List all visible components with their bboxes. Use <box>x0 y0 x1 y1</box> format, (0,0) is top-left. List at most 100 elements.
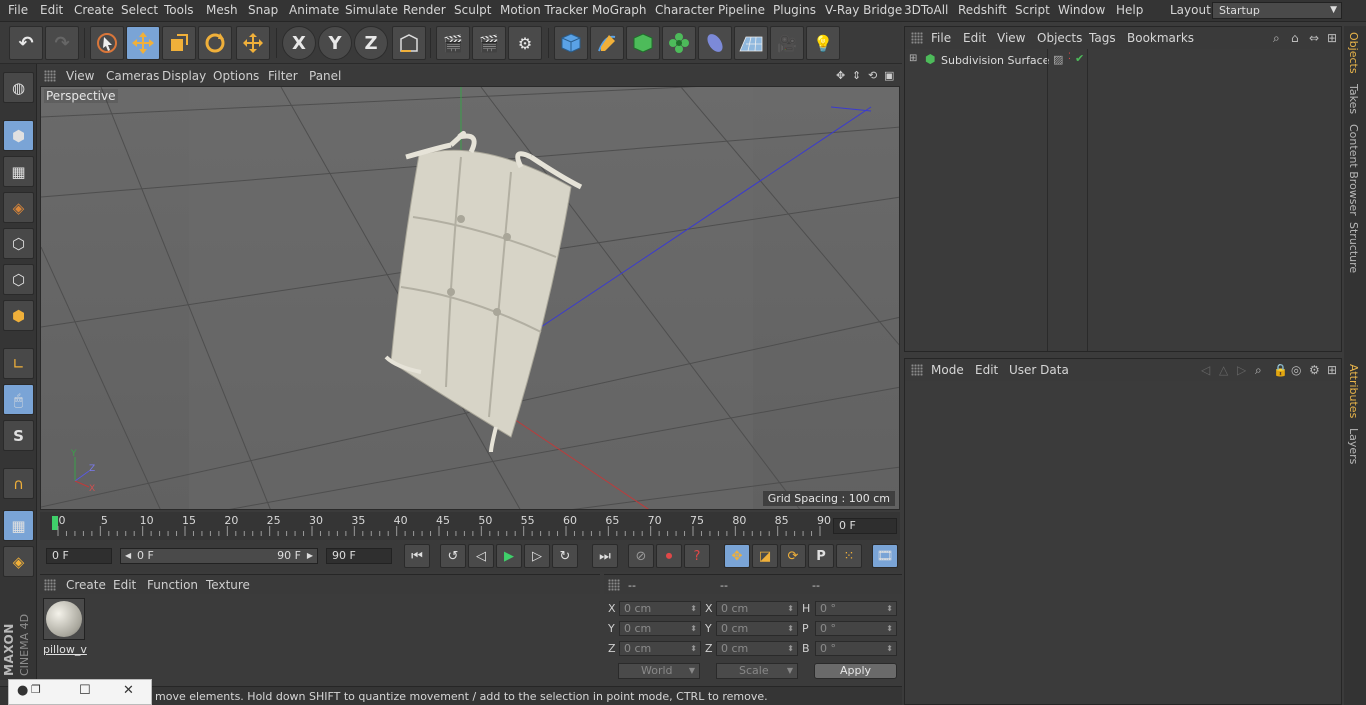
menu-file[interactable]: File <box>8 3 28 17</box>
object-name[interactable]: Subdivision Surface <box>941 54 1049 67</box>
rot-p-field[interactable]: 0 ° ⬍ <box>815 621 897 636</box>
vp-menu-cameras[interactable]: Cameras <box>106 69 159 83</box>
layout-select[interactable]: Startup ▼ <box>1212 2 1342 19</box>
vp-menu-display[interactable]: Display <box>162 69 206 83</box>
y-axis-button[interactable]: Y <box>318 26 352 60</box>
next-frame-button[interactable]: ▷ <box>524 544 550 568</box>
render-picture-viewer-button[interactable]: 🎬 <box>472 26 506 60</box>
maximize-icon[interactable]: ☐ <box>79 683 91 698</box>
menu-window[interactable]: Window <box>1058 3 1105 17</box>
z-axis-button[interactable]: Z <box>354 26 388 60</box>
pos-z-field[interactable]: 0 cm ⬍ <box>619 641 701 656</box>
add-light-button[interactable]: 💡 <box>806 26 840 60</box>
previous-key-button[interactable]: ↺ <box>440 544 466 568</box>
menu-render[interactable]: Render <box>403 3 446 17</box>
menu-select[interactable]: Select <box>121 3 158 17</box>
viewport-zoom-icon[interactable]: ⇕ <box>852 69 861 82</box>
attr-menu-mode[interactable]: Mode <box>931 363 964 377</box>
key-parameter-button[interactable]: P <box>808 544 834 568</box>
coord-mode-select[interactable]: World ▼ <box>618 663 700 679</box>
vp-menu-options[interactable]: Options <box>213 69 259 83</box>
menu-plugins[interactable]: Plugins <box>773 3 816 17</box>
add-cloner-button[interactable] <box>662 26 696 60</box>
play-button[interactable]: ▶ <box>496 544 522 568</box>
render-view-button[interactable]: 🎬 <box>436 26 470 60</box>
add-cube-button[interactable] <box>554 26 588 60</box>
obj-menu-edit[interactable]: Edit <box>963 31 986 45</box>
menu-script[interactable]: Script <box>1015 3 1050 17</box>
menu-pipeline[interactable]: Pipeline <box>718 3 765 17</box>
menu-help[interactable]: Help <box>1116 3 1143 17</box>
enabled-check-icon[interactable]: ✔ <box>1075 52 1084 65</box>
restore-icon[interactable]: ❐ <box>31 683 41 696</box>
key-pla-button[interactable]: ⁙ <box>836 544 862 568</box>
apply-button[interactable]: Apply <box>814 663 897 679</box>
menu-motion-tracker[interactable]: Motion Tracker <box>500 3 588 17</box>
scale-tool-button[interactable] <box>162 26 196 60</box>
menu-edit[interactable]: Edit <box>40 3 63 17</box>
menu-vray-bridge[interactable]: V-Ray Bridge <box>825 3 902 17</box>
obj-menu-tags[interactable]: Tags <box>1089 31 1116 45</box>
obj-menu-bookmarks[interactable]: Bookmarks <box>1127 31 1194 45</box>
size-mode-select[interactable]: Scale ▼ <box>716 663 798 679</box>
link-icon[interactable]: ⇔ <box>1309 31 1319 45</box>
x-axis-button[interactable]: X <box>282 26 316 60</box>
tab-takes[interactable]: Takes <box>1347 84 1360 114</box>
timeline-window-button[interactable]: 🎞 <box>872 544 898 568</box>
viewport-maximize-icon[interactable]: ▣ <box>884 69 894 82</box>
go-to-start-button[interactable]: ⏮ <box>404 544 430 568</box>
viewport-rotate-icon[interactable]: ⟲ <box>868 69 877 82</box>
menu-character[interactable]: Character <box>655 3 714 17</box>
timeline-ruler[interactable]: 0 5 10 15 20 25 30 35 40 45 50 55 60 65 70 75 80 85 90 0 F <box>40 512 900 540</box>
menu-3dtoall[interactable]: 3DToAll <box>904 3 948 17</box>
tab-objects[interactable]: Objects <box>1347 32 1360 74</box>
menu-create[interactable]: Create <box>74 3 114 17</box>
size-x-field[interactable]: 0 cm ⬍ <box>716 601 798 616</box>
attr-menu-user-data[interactable]: User Data <box>1009 363 1069 377</box>
make-editable-button[interactable]: ◍ <box>3 72 34 103</box>
mat-menu-texture[interactable]: Texture <box>206 578 250 592</box>
tab-layers[interactable]: Layers <box>1347 428 1360 464</box>
menu-redshift[interactable]: Redshift <box>958 3 1007 17</box>
tab-content-browser[interactable]: Content Browser <box>1347 124 1360 216</box>
up-arrow-icon[interactable]: △ <box>1219 363 1228 377</box>
mat-menu-edit[interactable]: Edit <box>113 578 136 592</box>
expand-icon[interactable]: ⊞ <box>909 53 917 64</box>
render-settings-button[interactable]: ⚙ <box>508 26 542 60</box>
solo-mode-button[interactable]: S <box>3 420 34 451</box>
add-camera-button[interactable]: 🎥 <box>770 26 804 60</box>
move-tool-button[interactable] <box>126 26 160 60</box>
tab-attributes[interactable]: Attributes <box>1347 364 1360 418</box>
workplane-mode-button[interactable]: ◈ <box>3 192 34 223</box>
frame-range-slider[interactable]: ◀ 0 F 90 F ▶ <box>120 548 318 564</box>
axis-mode-button[interactable]: ∟ <box>3 348 34 379</box>
redo-button[interactable]: ↷ <box>45 26 79 60</box>
go-to-end-button[interactable]: ⏭ <box>592 544 618 568</box>
new-window-icon[interactable]: ⊞ <box>1327 363 1337 377</box>
previous-frame-button[interactable]: ◁ <box>468 544 494 568</box>
lock-icon[interactable]: 🔒 <box>1273 363 1288 377</box>
points-mode-button[interactable]: ⬡ <box>3 228 34 259</box>
perspective-viewport[interactable]: Y Z X Perspective Grid Spacing : 100 cm <box>40 86 900 510</box>
tab-structure[interactable]: Structure <box>1347 222 1360 273</box>
key-position-button[interactable]: ✥ <box>724 544 750 568</box>
next-key-button[interactable]: ↻ <box>552 544 578 568</box>
quantize-button[interactable]: ◈ <box>3 546 34 577</box>
rot-h-field[interactable]: 0 ° ⬍ <box>815 601 897 616</box>
model-mode-button[interactable]: ⬢ <box>3 120 34 151</box>
vp-menu-panel[interactable]: Panel <box>309 69 341 83</box>
add-floor-button[interactable] <box>734 26 768 60</box>
layer-icon[interactable]: ▨ <box>1053 53 1063 66</box>
key-scale-button[interactable]: ◪ <box>752 544 778 568</box>
texture-mode-button[interactable]: ▦ <box>3 156 34 187</box>
menu-animate[interactable]: Animate <box>289 3 339 17</box>
mat-menu-create[interactable]: Create <box>66 578 106 592</box>
obj-menu-objects[interactable]: Objects <box>1037 31 1082 45</box>
viewport-move-icon[interactable]: ✥ <box>836 69 845 82</box>
menu-snap[interactable]: Snap <box>248 3 278 17</box>
menu-simulate[interactable]: Simulate <box>345 3 398 17</box>
visibility-dots-icon[interactable]: ⁚ <box>1068 52 1071 62</box>
transform-tool-button[interactable] <box>236 26 270 60</box>
menu-mograph[interactable]: MoGraph <box>592 3 647 17</box>
start-frame-field[interactable]: 0 F <box>46 548 112 564</box>
